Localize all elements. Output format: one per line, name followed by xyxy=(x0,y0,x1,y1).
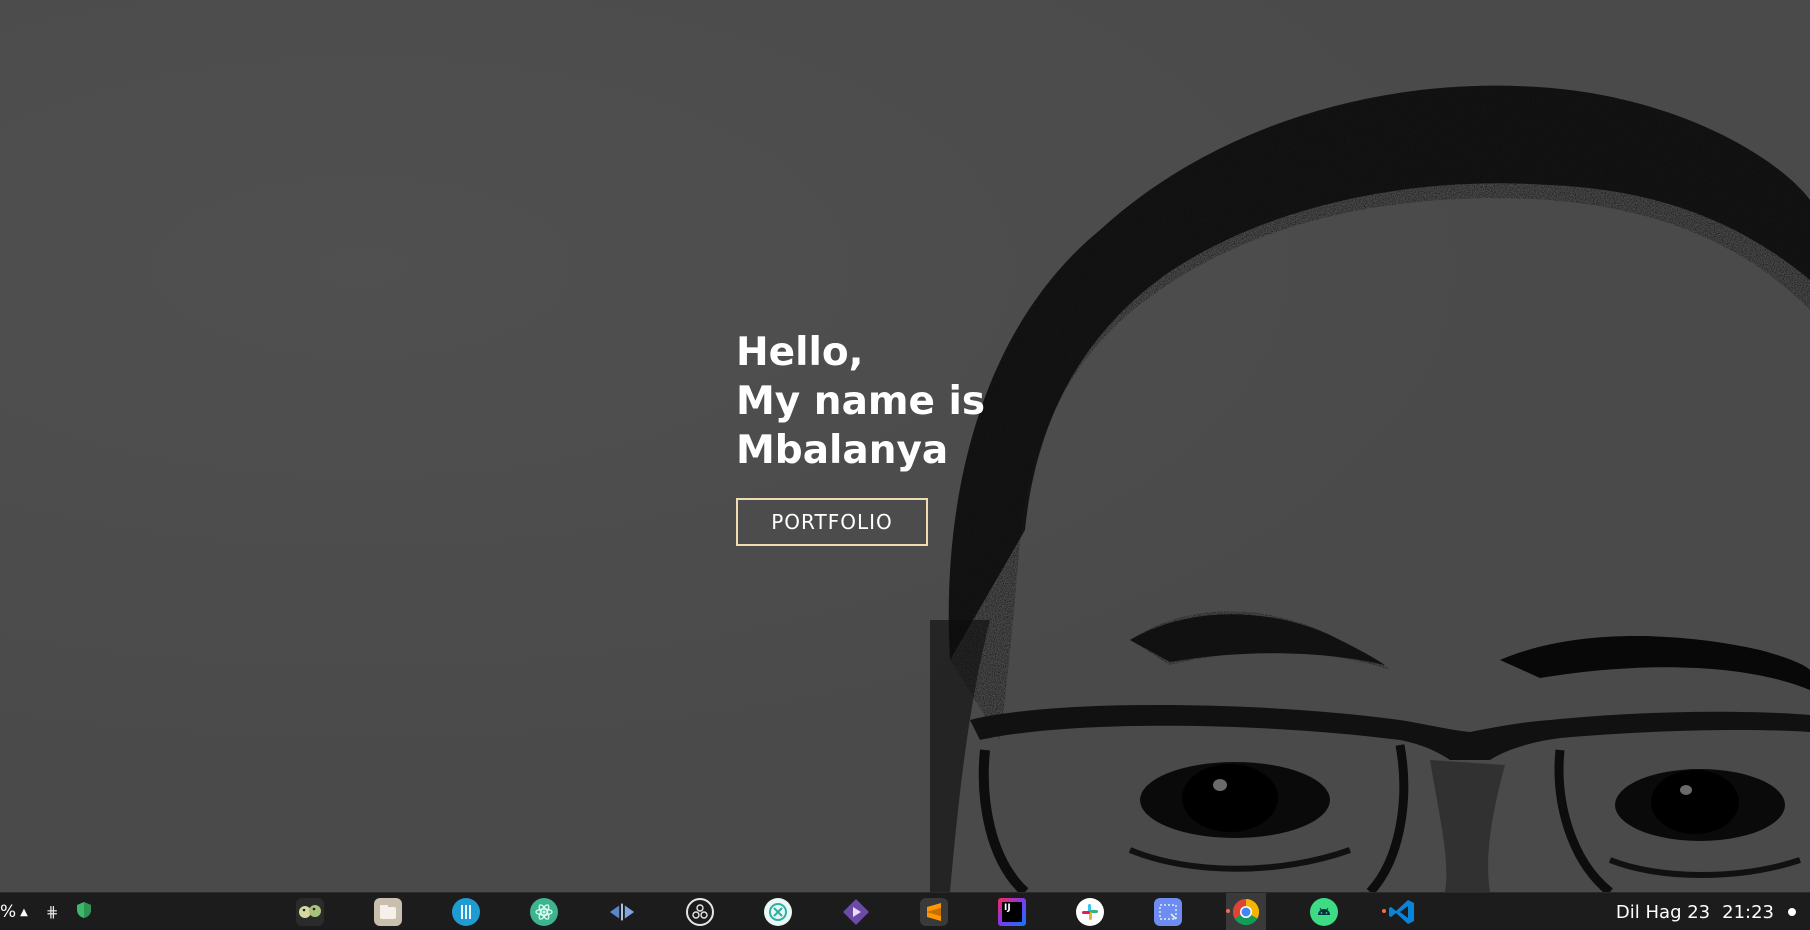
taskbar-app-tilix[interactable] xyxy=(446,893,486,930)
atom-icon xyxy=(530,898,558,926)
remmina-icon xyxy=(764,898,792,926)
running-indicator xyxy=(1382,909,1386,913)
taskbar-app-kdenlive[interactable] xyxy=(836,893,876,930)
taskbar-app-remmina[interactable] xyxy=(758,893,798,930)
taskbar-app-screenshot[interactable] xyxy=(1148,893,1188,930)
greeting-heading: Hello, My name is Mbalanya xyxy=(736,328,1056,475)
date-text: Dil Hag 23 xyxy=(1615,901,1711,923)
kdenlive-icon xyxy=(842,898,870,926)
portrait-illustration xyxy=(930,85,1810,892)
taskbar-app-files[interactable] xyxy=(368,893,408,930)
slack-icon xyxy=(1076,898,1104,926)
battery-percent[interactable]: % xyxy=(0,902,16,922)
taskbar-app-sublime-text[interactable] xyxy=(914,893,954,930)
vscode-icon xyxy=(1388,898,1416,926)
tilix-icon xyxy=(452,898,480,926)
obs-icon xyxy=(686,898,714,926)
time-text: 21:23 xyxy=(1722,901,1774,923)
desktop: Hello, My name is Mbalanya PORTFOLIO % ▲… xyxy=(0,0,1810,930)
taskbar-app-pidgin[interactable] xyxy=(290,893,330,930)
taskbar-app-obs[interactable] xyxy=(680,893,720,930)
taskbar-app-slack[interactable] xyxy=(1070,893,1110,930)
chrome-icon xyxy=(1232,898,1260,926)
taskbar-app-android-studio[interactable] xyxy=(1304,893,1344,930)
taskbar-app-meld[interactable] xyxy=(602,893,642,930)
taskbar-apps: IJ xyxy=(290,893,1460,930)
taskbar-app-vscode[interactable] xyxy=(1382,893,1422,930)
android-studio-icon xyxy=(1310,898,1338,926)
shield-icon[interactable] xyxy=(76,901,92,924)
taskbar-app-chrome[interactable] xyxy=(1226,893,1266,930)
expand-tray-icon[interactable]: ▲ xyxy=(20,907,28,918)
meld-icon xyxy=(608,898,636,926)
taskbar-app-intellij[interactable]: IJ xyxy=(992,893,1032,930)
portfolio-button[interactable]: PORTFOLIO xyxy=(736,498,928,546)
running-indicator xyxy=(1226,909,1230,913)
greeting-line-2: My name is xyxy=(736,379,986,424)
sublime-text-icon xyxy=(920,898,948,926)
clock-area[interactable]: Dil Hag 23 21:23 xyxy=(1616,893,1796,930)
taskbar-app-atom[interactable] xyxy=(524,893,564,930)
pidgin-icon xyxy=(296,898,324,926)
system-tray-left: % ▲ ⋕ xyxy=(0,893,92,930)
intellij-icon: IJ xyxy=(998,898,1026,926)
hero-text: Hello, My name is Mbalanya PORTFOLIO xyxy=(736,328,1056,546)
greeting-line-3: Mbalanya xyxy=(736,428,949,473)
notification-indicator-icon[interactable] xyxy=(1788,908,1796,916)
greeting-line-1: Hello, xyxy=(736,330,864,375)
files-icon xyxy=(374,898,402,926)
hero-section: Hello, My name is Mbalanya PORTFOLIO xyxy=(0,0,1810,892)
slack-tray-icon[interactable]: ⋕ xyxy=(46,903,59,921)
taskbar: % ▲ ⋕ IJ Dil Hag 23 21:23 xyxy=(0,892,1810,930)
screenshot-icon xyxy=(1154,898,1182,926)
